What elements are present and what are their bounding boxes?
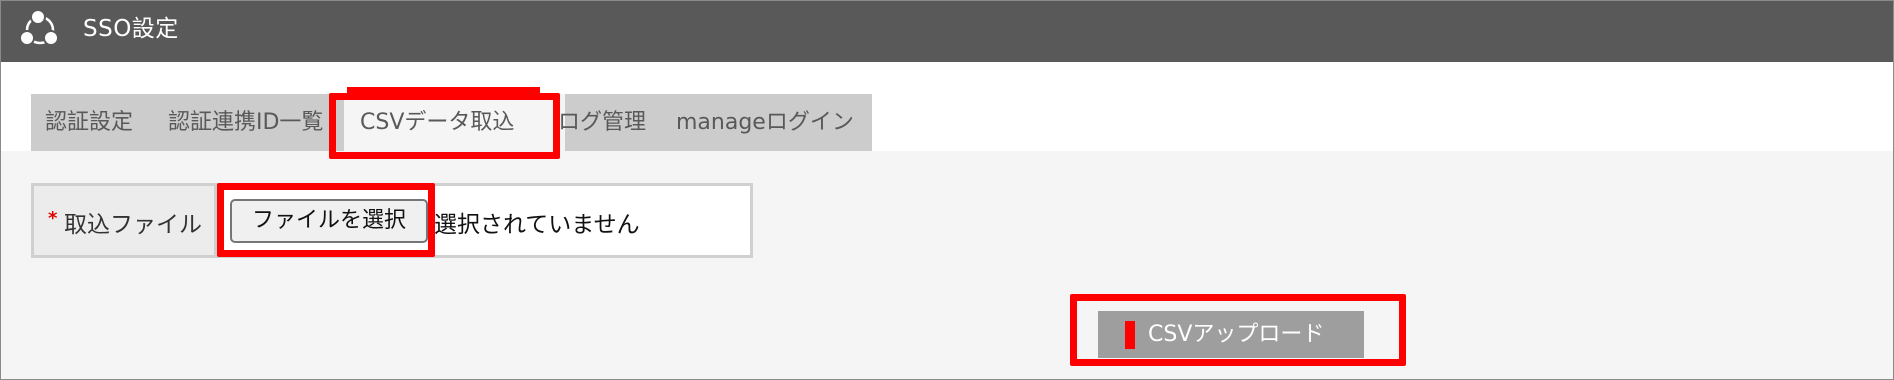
- choose-file-button[interactable]: ファイルを選択: [230, 199, 428, 243]
- tab-manage-login[interactable]: manageログイン: [676, 94, 854, 151]
- import-form-row: * 取込ファイル ファイルを選択 選択されていません: [31, 183, 753, 258]
- csv-upload-button[interactable]: CSVアップロード: [1098, 311, 1364, 358]
- file-status-text: 選択されていません: [434, 212, 640, 238]
- share-network-icon: [19, 9, 59, 46]
- tab-log-management[interactable]: ログ管理: [558, 94, 646, 151]
- tab-bar: 認証設定 認証連携ID一覧 CSVデータ取込 ログ管理 manageログイン: [31, 94, 872, 151]
- window: SSO設定 認証設定 認証連携ID一覧 CSVデータ取込 ログ管理 manage…: [0, 0, 1894, 380]
- csv-upload-label: CSVアップロード: [1148, 322, 1325, 347]
- tab-auth-id-list[interactable]: 認証連携ID一覧: [168, 94, 323, 151]
- required-mark: *: [48, 208, 58, 229]
- tab-auth-settings[interactable]: 認証設定: [45, 94, 133, 151]
- file-field-label: 取込ファイル: [64, 212, 202, 238]
- header-bar: SSO設定: [1, 1, 1893, 62]
- page-title: SSO設定: [83, 16, 179, 42]
- upload-marker: [1125, 321, 1135, 349]
- form-label-cell: * 取込ファイル: [34, 186, 217, 255]
- highlight-tab-line: [347, 87, 540, 93]
- tab-csv-import[interactable]: CSVデータ取込: [344, 94, 565, 151]
